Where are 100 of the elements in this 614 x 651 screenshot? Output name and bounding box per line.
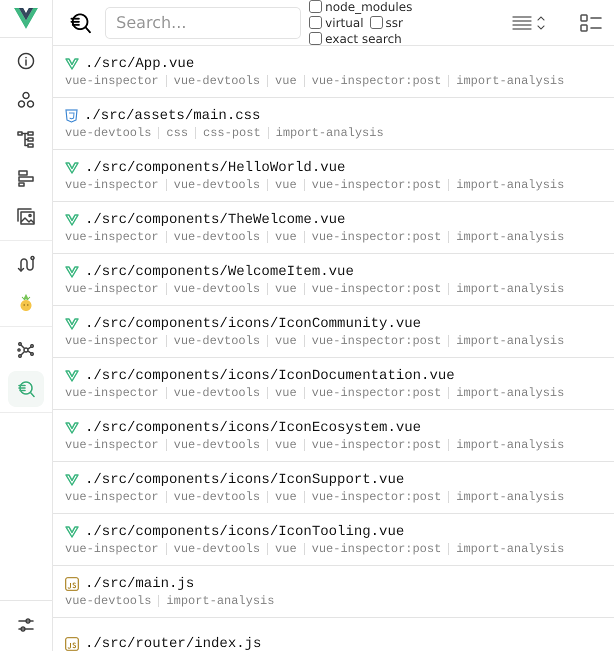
plugin-name: vue-inspector: [65, 74, 159, 88]
plugin-name: vue-inspector:post: [312, 282, 442, 296]
module-row[interactable]: ./src/components/WelcomeItem.vue vue-inspector vue-devtools vue vue-inspector:post import-analysis: [53, 254, 614, 306]
plugin-name: vue-inspector:post: [312, 490, 442, 504]
plugin-name: vue-inspector:post: [312, 74, 442, 88]
module-path: ./src/components/icons/IconDocumentation.vue: [85, 368, 455, 384]
route-icon: [17, 255, 35, 273]
plugin-name: vue-devtools: [174, 438, 260, 452]
plugin-name: import-analysis: [456, 282, 564, 296]
vue-icon: [65, 58, 79, 70]
checkbox[interactable]: [309, 32, 322, 45]
plugin-name: vue-inspector: [65, 542, 159, 556]
info-icon: [17, 52, 35, 70]
vue-icon: [65, 526, 79, 538]
module-path: ./src/components/icons/IconSupport.vue: [85, 472, 404, 488]
plugin-name: import-analysis: [456, 74, 564, 88]
graph-icon: [17, 341, 35, 359]
plugin-name: css-post: [203, 126, 261, 140]
module-row[interactable]: ./src/main.js vue-devtools import-analysis: [53, 566, 614, 618]
module-row[interactable]: ./src/assets/main.css vue-devtools css css-post import-analysis: [53, 98, 614, 150]
module-row[interactable]: ./src/components/TheWelcome.vue vue-inspector vue-devtools vue vue-inspector:post import-analysis: [53, 202, 614, 254]
tree-icon: [17, 130, 35, 148]
plugin-name: vue-inspector:post: [312, 386, 442, 400]
vue-logo: [14, 8, 38, 29]
module-row[interactable]: ./src/components/HelloWorld.vue vue-inspector vue-devtools vue vue-inspector:post import-analysis: [53, 150, 614, 202]
plugin-name: vue-devtools: [174, 178, 260, 192]
plugin-name: vue-inspector: [65, 334, 159, 348]
vue-icon: [65, 318, 79, 330]
module-path: ./src/App.vue: [85, 56, 194, 72]
checkbox-label: exact search: [325, 32, 402, 46]
vue-icon: [65, 474, 79, 486]
module-path: ./src/components/icons/IconTooling.vue: [85, 524, 404, 540]
vue-icon: [65, 422, 79, 434]
plugin-name: vue: [275, 490, 297, 504]
plugin-name: vue: [275, 542, 297, 556]
plugin-name: vue: [275, 334, 297, 348]
checkbox[interactable]: [370, 16, 383, 29]
vue-icon: [65, 214, 79, 226]
plugin-name: vue-devtools: [174, 74, 260, 88]
plugin-name: import-analysis: [456, 178, 564, 192]
module-path: ./src/assets/main.css: [84, 108, 260, 124]
vue-icon: [65, 162, 79, 174]
module-row[interactable]: ./src/components/icons/IconDocumentation.vue vue-inspector vue-devtools vue vue-inspector:post import-analysis: [53, 358, 614, 410]
plugin-name: vue-inspector:post: [312, 542, 442, 556]
vue-icon: [65, 266, 79, 278]
search-field[interactable]: Search...: [105, 6, 302, 38]
plugin-name: vue-inspector:post: [312, 178, 442, 192]
checkbox[interactable]: [309, 16, 322, 29]
search-icon: [69, 10, 92, 34]
plugin-name: vue-inspector: [65, 386, 159, 400]
module-path: ./src/components/HelloWorld.vue: [85, 160, 346, 176]
module-row[interactable]: ./src/components/icons/IconSupport.vue vue-inspector vue-devtools vue vue-inspector:post import-analysis: [53, 462, 614, 514]
module-path: ./src/router/index.js: [85, 636, 262, 651]
search-icon: [17, 380, 35, 398]
plugin-name: vue: [275, 386, 297, 400]
plugin-name: vue-devtools: [174, 542, 260, 556]
module-path: ./src/components/TheWelcome.vue: [85, 212, 346, 228]
plugin-name: import-analysis: [456, 334, 564, 348]
plugin-name: import-analysis: [456, 386, 564, 400]
plugin-name: vue-inspector: [65, 178, 159, 192]
plugin-name: import-analysis: [276, 126, 384, 140]
module-row[interactable]: ./src/components/icons/IconCommunity.vue vue-inspector vue-devtools vue vue-inspector:post import-analysis: [53, 306, 614, 358]
plugin-name: vue-devtools: [174, 334, 260, 348]
plugin-name: vue-devtools: [174, 230, 260, 244]
module-row[interactable]: ./src/components/icons/IconTooling.vue vue-inspector vue-devtools vue vue-inspector:post import-analysis: [53, 514, 614, 566]
plugin-name: vue: [275, 178, 297, 192]
plugin-name: import-analysis: [166, 594, 274, 608]
js-file-icon: [65, 636, 79, 650]
module-row[interactable]: ./src/router/index.js: [53, 618, 614, 651]
css-file-icon: [65, 108, 78, 122]
plugin-name: vue: [275, 230, 297, 244]
plugin-name: vue-devtools: [174, 282, 260, 296]
plugin-name: import-analysis: [456, 542, 564, 556]
plugin-name: vue-devtools: [65, 594, 152, 608]
module-path: ./src/components/WelcomeItem.vue: [85, 264, 354, 280]
circles-icon: [17, 91, 35, 109]
plugin-name: vue-inspector:post: [312, 334, 442, 348]
module-path: ./src/components/icons/IconEcosystem.vue: [85, 420, 422, 436]
checkbox-label: ssr: [386, 16, 403, 30]
js-file-icon: [65, 576, 79, 590]
module-row[interactable]: ./src/components/icons/IconEcosystem.vue vue-inspector vue-devtools vue vue-inspector:post import-analysis: [53, 410, 614, 462]
plugin-name: vue: [275, 282, 297, 296]
plugin-name: import-analysis: [456, 438, 564, 452]
checkbox-label: node_modules: [325, 0, 412, 14]
plugin-name: vue-inspector:post: [312, 438, 442, 452]
module-path: ./src/components/icons/IconCommunity.vue: [85, 316, 422, 332]
module-row[interactable]: ./src/App.vue vue-inspector vue-devtools vue vue-inspector:post import-analysis: [53, 46, 614, 98]
plugin-name: vue-inspector: [65, 490, 159, 504]
plugin-name: vue-inspector: [65, 282, 159, 296]
plugin-name: vue-devtools: [174, 386, 260, 400]
vue-icon: [65, 370, 79, 382]
plugin-name: vue-inspector: [65, 438, 159, 452]
checkbox[interactable]: [309, 0, 322, 13]
settings-icon: [17, 616, 35, 634]
bars-icon: [17, 169, 35, 187]
image-icon: [17, 208, 35, 226]
plugin-name: vue-inspector:post: [312, 230, 442, 244]
checkbox-label: virtual: [325, 16, 364, 30]
plugin-name: import-analysis: [456, 230, 564, 244]
plugin-name: css: [166, 126, 188, 140]
